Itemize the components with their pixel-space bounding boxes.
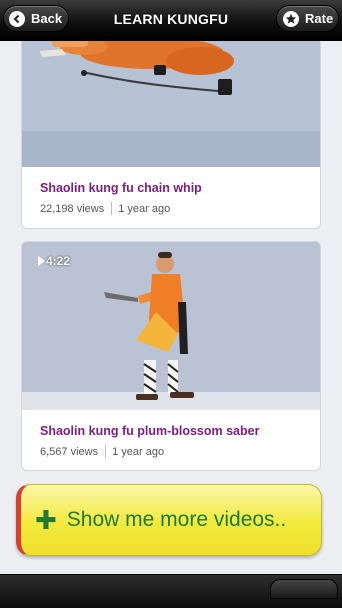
video-duration: 4:22 [38,254,70,268]
video-meta: 6,567 views 1 year ago [40,445,320,458]
app-screen: Back LEARN KUNGFU Rate Shaolin kung fu c… [0,0,342,608]
meta-divider [111,202,113,215]
top-bar: Back LEARN KUNGFU Rate [0,0,342,41]
plus-icon: ✚ [35,505,57,535]
bottom-bar [0,574,342,608]
rate-button[interactable]: Rate [276,5,339,32]
duration-text: 4:22 [46,254,71,268]
meta-divider [105,445,107,458]
video-card[interactable]: 4:22 Shaolin kung fu plum-blossom saber … [21,241,321,471]
star-icon [283,10,299,27]
view-count: 6,567 views [40,445,99,458]
video-title[interactable]: Shaolin kung fu plum-blossom saber [40,424,320,438]
view-count: 22,198 views [40,202,105,215]
show-more-label: Show me more videos.. [66,508,287,531]
bottom-tab-button[interactable] [270,579,338,599]
video-title[interactable]: Shaolin kung fu chain whip [40,181,320,195]
video-meta: 22,198 views 1 year ago [40,202,320,215]
upload-age: 1 year ago [112,445,165,458]
show-more-videos-button[interactable]: ✚ Show me more videos.. [16,484,322,556]
upload-age: 1 year ago [118,202,171,215]
video-thumbnail[interactable]: 4:22 [22,242,320,410]
rate-label: Rate [305,11,334,26]
play-icon [38,256,45,266]
